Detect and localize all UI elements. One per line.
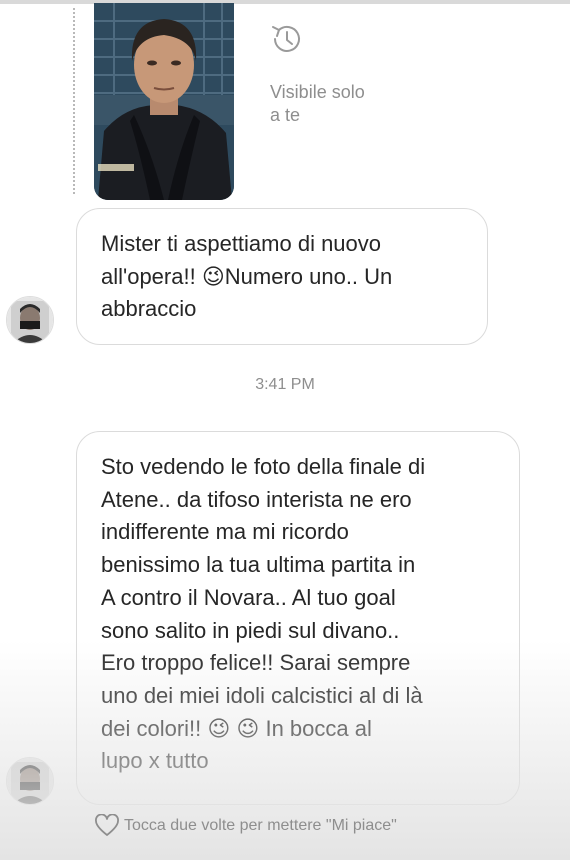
story-thumbnail[interactable] xyxy=(94,3,234,200)
message-text: Sto vedendo le foto della finale di Aten… xyxy=(101,454,426,774)
message-bubble[interactable]: Mister ti aspettiamo di nuovo all'opera!… xyxy=(76,208,488,345)
visibility-label: Visibile solo a te xyxy=(270,82,365,125)
reply-connector-line xyxy=(73,8,75,194)
history-icon xyxy=(272,25,300,52)
like-hint-text: Tocca due volte per mettere "Mi piace" xyxy=(124,817,397,834)
like-hint[interactable]: Tocca due volte per mettere "Mi piace" xyxy=(94,814,397,838)
top-divider xyxy=(0,0,570,4)
avatar[interactable] xyxy=(6,296,54,344)
heart-icon[interactable] xyxy=(94,814,120,838)
message-bubble[interactable]: Sto vedendo le foto della finale di Aten… xyxy=(76,431,520,805)
avatar[interactable] xyxy=(6,757,54,805)
story-visibility-note: Visibile solo a te xyxy=(270,22,410,127)
timestamp: 3:41 PM xyxy=(255,376,315,393)
message-text: Mister ti aspettiamo di nuovo all'opera!… xyxy=(101,231,393,322)
